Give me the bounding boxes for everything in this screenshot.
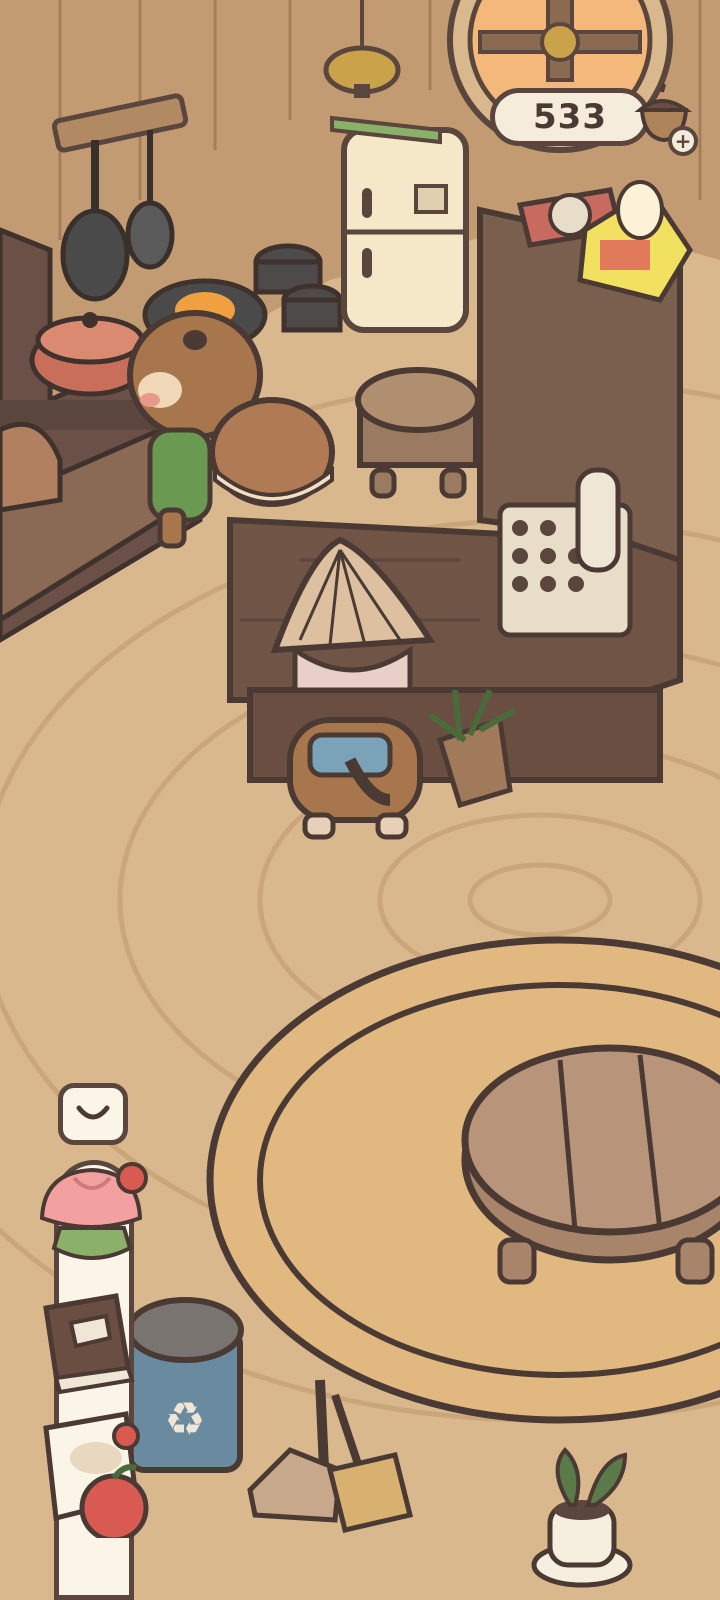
bread-bun xyxy=(209,397,335,507)
collapse-panel-button[interactable] xyxy=(58,1083,128,1145)
chevron-down-icon xyxy=(76,1105,110,1120)
book-icon[interactable] xyxy=(36,1288,140,1398)
currency-value: 533 xyxy=(533,97,607,137)
refrigerator xyxy=(330,115,469,333)
svg-text:♻: ♻ xyxy=(164,1392,205,1446)
round-table xyxy=(461,1044,720,1285)
currency-pill: 533 xyxy=(490,88,650,146)
paper-icon[interactable] xyxy=(36,1408,156,1538)
cake-icon[interactable] xyxy=(34,1158,150,1268)
currency-display[interactable]: 533 + xyxy=(490,83,700,156)
plus-icon[interactable]: + xyxy=(668,126,698,156)
